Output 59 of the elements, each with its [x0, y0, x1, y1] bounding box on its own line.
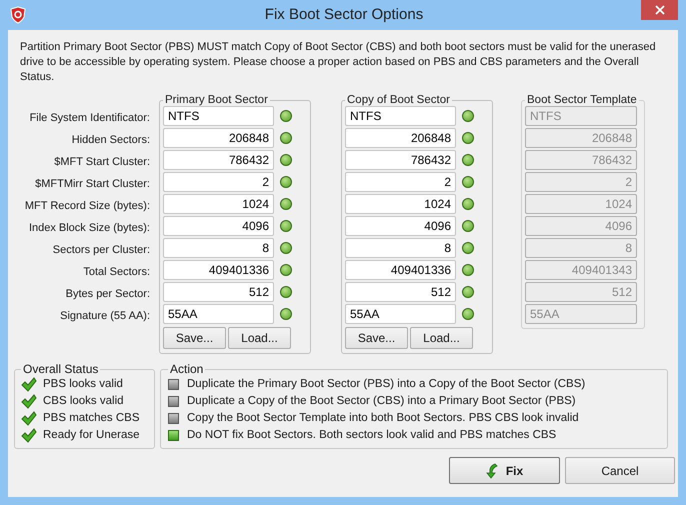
save-button[interactable]: Save...	[163, 327, 226, 349]
status-label: CBS looks valid	[43, 394, 124, 409]
group-title: Overall Status	[22, 362, 100, 376]
app-logo-icon	[10, 6, 26, 24]
value-field[interactable]: 206848	[163, 128, 274, 148]
field-label: Index Block Size (bytes):	[28, 220, 150, 236]
fix-button[interactable]: Fix	[449, 457, 560, 484]
value-field[interactable]: 8	[163, 238, 274, 258]
checkmark-icon	[21, 377, 37, 392]
checkmark-icon	[21, 428, 37, 443]
curved-arrow-icon	[486, 462, 498, 478]
action-option[interactable]: Duplicate a Copy of the Boot Sector (CBS) into a Primary Boot Sector (PBS)	[168, 393, 660, 410]
value-field[interactable]: 409401336	[163, 260, 274, 280]
value-field[interactable]: NTFS	[345, 106, 456, 126]
value-field[interactable]: 1024	[345, 194, 456, 214]
save-button[interactable]: Save...	[345, 327, 408, 349]
action-option[interactable]: Duplicate the Primary Boot Sector (PBS) into a Copy of the Boot Sector (CBS)	[168, 376, 660, 393]
field-label: $MFTMirr Start Cluster:	[35, 176, 150, 192]
description-text: Partition Primary Boot Sector (PBS) MUST match Copy of Boot Sector (CBS) and both boot sectors must be valid for the unerased drive to be accessible by operating system. Please choose a proper action based on PBS and CBS parameters and the Overall Status.	[19, 40, 657, 85]
checkmark-icon	[21, 394, 37, 409]
value-field[interactable]: 4096	[345, 216, 456, 236]
field-label: File System Identificator:	[30, 110, 150, 126]
action-option[interactable]: Do NOT fix Boot Sectors. Both sectors look valid and PBS matches CBS	[168, 427, 660, 444]
group-title: Primary Boot Sector	[164, 93, 269, 107]
value-field[interactable]: NTFS	[163, 106, 274, 126]
value-field[interactable]: 206848	[345, 128, 456, 148]
checkmark-icon	[21, 411, 37, 426]
field-label: $MFT Start Cluster:	[54, 154, 150, 170]
load-button[interactable]: Load...	[410, 327, 473, 349]
value-field[interactable]: 512	[345, 282, 456, 302]
field-label: Total Sectors:	[83, 264, 150, 280]
value-field[interactable]: 1024	[163, 194, 274, 214]
field-label: Signature (55 AA):	[60, 308, 150, 324]
value-field[interactable]: 786432	[345, 150, 456, 170]
value-field[interactable]: 55AA	[345, 304, 456, 324]
value-field[interactable]: 512	[163, 282, 274, 302]
status-label: PBS looks valid	[43, 376, 123, 392]
field-label: Hidden Sectors:	[72, 132, 150, 148]
close-button[interactable]	[641, 0, 678, 20]
load-button[interactable]: Load...	[228, 327, 291, 349]
value-field[interactable]: 2	[345, 172, 456, 192]
value-field[interactable]: 786432	[163, 150, 274, 170]
value-field[interactable]: 2	[163, 172, 274, 192]
value-field[interactable]: 8	[345, 238, 456, 258]
window-title: Fix Boot Sector Options	[264, 4, 424, 25]
value-field[interactable]: 4096	[163, 216, 274, 236]
group-title: Copy of Boot Sector	[346, 93, 451, 107]
group-title: Action	[169, 362, 204, 376]
status-label: PBS matches CBS	[43, 410, 140, 426]
value-field[interactable]: 409401336	[345, 260, 456, 280]
group-title: Boot Sector Template	[526, 93, 638, 107]
value-field[interactable]: 55AA	[163, 304, 274, 324]
field-label: Sectors per Cluster:	[52, 242, 150, 258]
action-option[interactable]: Copy the Boot Sector Template into both Boot Sectors. PBS CBS look invalid	[168, 410, 660, 427]
close-icon	[654, 5, 664, 15]
cancel-button[interactable]: Cancel	[565, 457, 675, 484]
field-label: Bytes per Sector:	[66, 286, 150, 302]
field-label: MFT Record Size (bytes):	[24, 198, 150, 214]
status-label: Ready for Unerase	[43, 428, 140, 443]
